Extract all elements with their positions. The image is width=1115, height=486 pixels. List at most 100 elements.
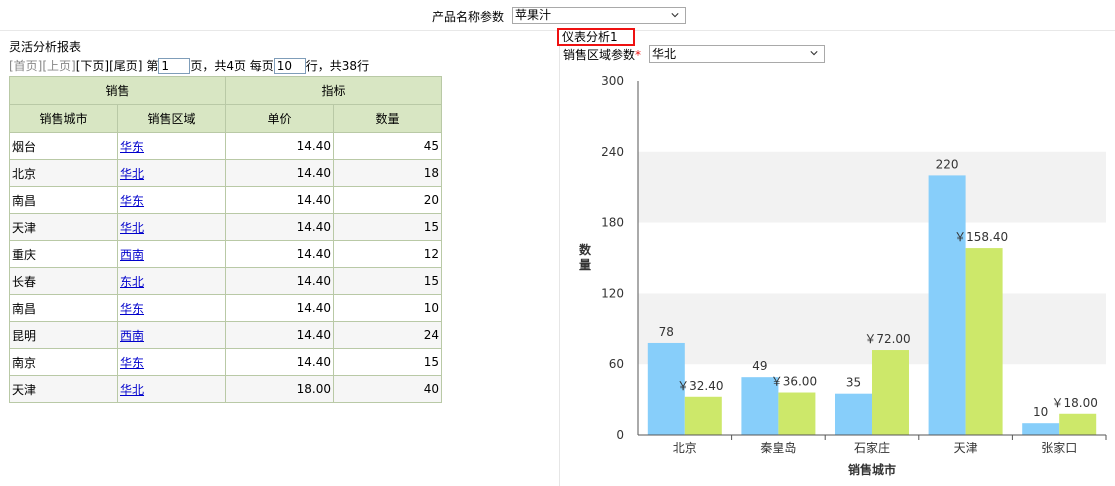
region-link[interactable]: 华北: [120, 221, 144, 235]
region-link[interactable]: 华东: [120, 356, 144, 370]
region-param-text: 销售区域参数: [563, 48, 636, 62]
price-cell: 18.00: [225, 375, 334, 403]
region-param-select[interactable]: 华北: [649, 45, 825, 63]
data-label: ￥158.40: [954, 230, 1008, 244]
x-tick-label: 张家口: [1041, 440, 1077, 455]
data-label: 49: [752, 359, 767, 373]
row-info: 行，共38行: [305, 59, 370, 73]
pager: [首页][上页][下页][尾页] 第 页，共4页 每页 行，共38行: [9, 57, 369, 75]
region-cell: 东北: [117, 267, 226, 295]
prev-page-link[interactable]: [上页]: [42, 59, 75, 73]
region-link[interactable]: 华北: [120, 383, 144, 397]
column-header-region: 销售区域: [117, 104, 226, 133]
qty-cell: 10: [333, 294, 442, 322]
chart-title: 仪表分析1: [557, 28, 635, 46]
city-cell: 南昌: [9, 294, 118, 322]
data-label: 10: [1033, 405, 1048, 419]
x-tick-label: 秦皇岛: [760, 440, 796, 455]
report-title: 灵活分析报表: [9, 40, 82, 54]
qty-cell: 20: [333, 186, 442, 214]
region-link[interactable]: 华东: [120, 302, 144, 316]
first-page-link[interactable]: [首页]: [9, 59, 42, 73]
region-link[interactable]: 华东: [120, 194, 144, 208]
column-header-qty: 数量: [333, 104, 442, 133]
grid-band: [638, 151, 1106, 223]
data-label: 78: [659, 325, 674, 339]
page-number-input[interactable]: [158, 58, 191, 74]
qty-cell: 12: [333, 240, 442, 268]
data-label: ￥72.00: [864, 332, 910, 346]
y-axis-title-char: 量: [579, 258, 591, 272]
price-cell: 14.40: [225, 321, 334, 349]
qty-cell: 15: [333, 213, 442, 241]
qty-cell: 45: [333, 132, 442, 160]
y-tick-label: 180: [601, 216, 624, 230]
last-page-link[interactable]: [尾页]: [109, 59, 142, 73]
region-cell: 华北: [117, 375, 226, 403]
region-link[interactable]: 东北: [120, 275, 144, 289]
data-table: 销售 指标 销售城市 销售区域 单价 数量 烟台 华东 14.40 45 北京 华北 14…: [9, 76, 442, 403]
region-param-value: 华北: [652, 47, 677, 61]
y-tick-label: 300: [601, 74, 624, 88]
bar: [965, 248, 1003, 435]
region-cell: 华北: [117, 159, 226, 187]
bar: [872, 350, 909, 435]
table-row: 长春 东北 14.40 15: [9, 267, 442, 295]
data-label: ￥32.40: [677, 379, 723, 393]
price-cell: 14.40: [225, 267, 334, 295]
y-axis-title: 数量: [579, 242, 592, 272]
product-param-label: 产品名称参数: [432, 10, 505, 24]
y-tick-label: 240: [601, 145, 624, 159]
data-label: ￥36.00: [771, 375, 817, 389]
qty-cell: 40: [333, 375, 442, 403]
region-cell: 华东: [117, 294, 226, 322]
region-link[interactable]: 西南: [120, 329, 144, 343]
y-tick-label: 120: [601, 286, 624, 300]
table-row: 天津 华北 14.40 15: [9, 213, 442, 241]
header-group-sales: 销售: [9, 76, 226, 105]
region-link[interactable]: 西南: [120, 248, 144, 262]
page-size-input[interactable]: [273, 58, 306, 74]
product-param-select[interactable]: 苹果汁: [512, 7, 686, 24]
city-cell: 长春: [9, 267, 118, 295]
column-header-city: 销售城市: [9, 104, 118, 133]
qty-cell: 15: [333, 348, 442, 376]
bar-chart: 0 60 120 180 240 300 78 ￥32.40 49 ￥36.00 35 ￥72.00…: [579, 74, 1107, 477]
bar: [1022, 423, 1060, 435]
x-tick-label: 天津: [954, 441, 978, 455]
price-cell: 14.40: [225, 159, 334, 187]
region-cell: 西南: [117, 321, 226, 349]
price-cell: 14.40: [225, 294, 334, 322]
region-param-label: 销售区域参数*: [563, 46, 641, 63]
table-row: 重庆 西南 14.40 12: [9, 240, 442, 268]
bar: [778, 392, 816, 435]
city-cell: 南昌: [9, 186, 118, 214]
region-cell: 华东: [117, 132, 226, 160]
qty-cell: 24: [333, 321, 442, 349]
region-cell: 华东: [117, 186, 226, 214]
city-cell: 烟台: [9, 132, 118, 160]
table-row: 昆明 西南 14.40 24: [9, 321, 442, 349]
price-cell: 14.40: [225, 348, 334, 376]
data-label: ￥18.00: [1052, 396, 1098, 410]
x-tick-label: 北京: [673, 441, 697, 455]
y-axis-title-char: 数: [579, 242, 592, 257]
region-cell: 华北: [117, 213, 226, 241]
region-link[interactable]: 华东: [120, 140, 144, 154]
city-cell: 重庆: [9, 240, 118, 268]
table-row: 南昌 华东 14.40 10: [9, 294, 442, 322]
data-label: 35: [846, 376, 861, 390]
bar: [928, 175, 966, 435]
table-row: 烟台 华东 14.40 45: [9, 132, 442, 160]
product-param-value: 苹果汁: [515, 8, 552, 22]
header-group-metrics: 指标: [225, 76, 442, 105]
region-link[interactable]: 华北: [120, 167, 144, 181]
table-row: 北京 华北 14.40 18: [9, 159, 442, 187]
x-tick-label: 石家庄: [854, 440, 890, 455]
next-page-link[interactable]: [下页]: [76, 59, 109, 73]
city-cell: 北京: [9, 159, 118, 187]
required-mark: *: [635, 48, 642, 62]
qty-cell: 18: [333, 159, 442, 187]
chevron-down-icon: [671, 13, 679, 18]
x-axis-title: 销售城市: [848, 462, 896, 477]
